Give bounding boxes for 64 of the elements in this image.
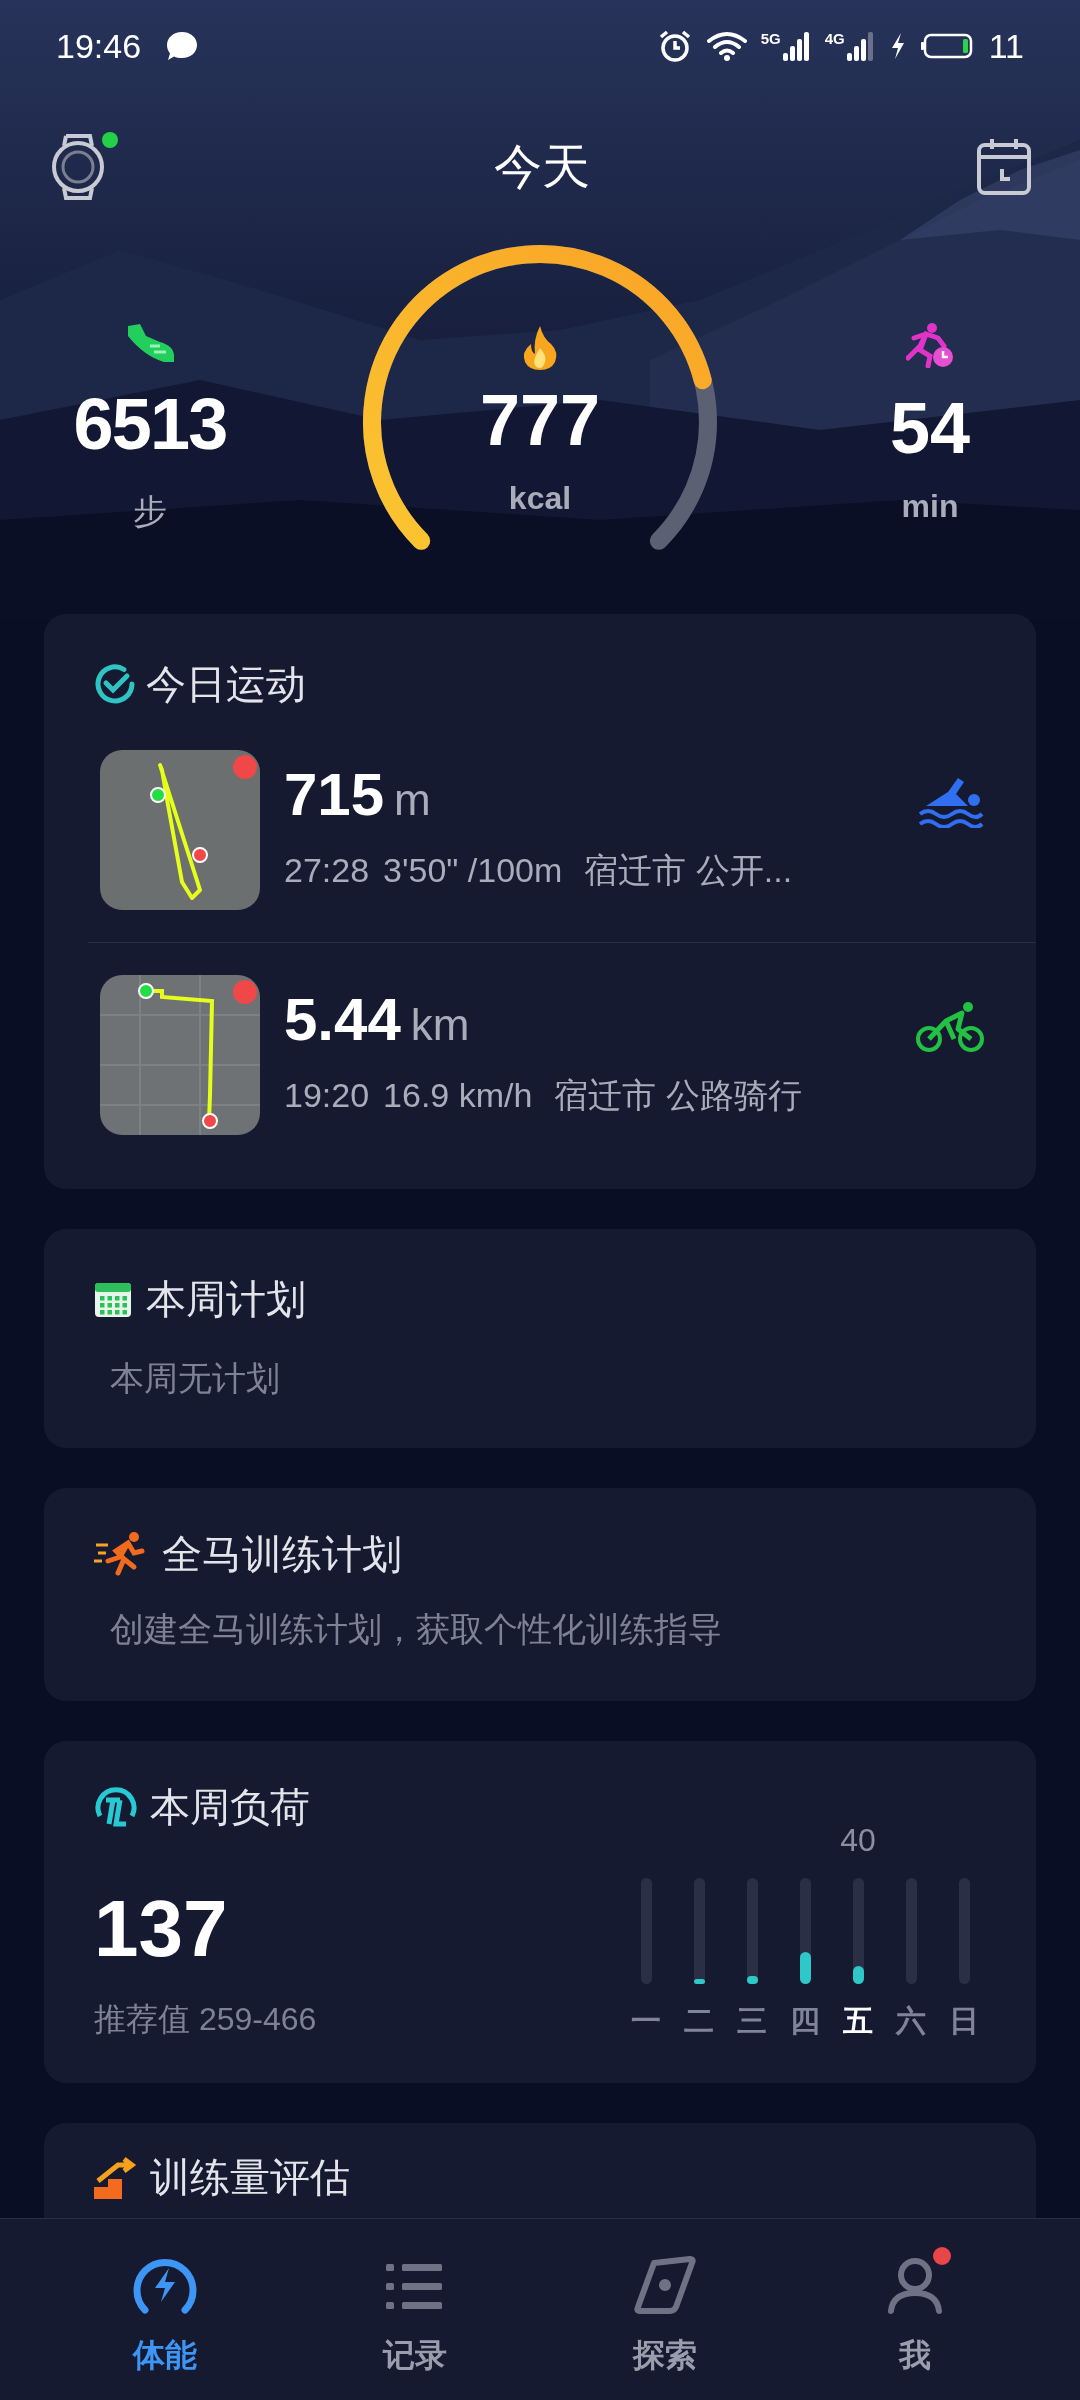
wifi-icon	[706, 31, 747, 61]
flame-icon	[521, 324, 559, 372]
activity-metric: 19:20	[284, 1074, 370, 1116]
day-label[interactable]: 五	[843, 1998, 873, 2043]
day-label[interactable]: 六	[896, 1998, 926, 2043]
calories-value: 777	[479, 384, 601, 456]
training-assessment-card[interactable]: 训练量评估	[44, 2123, 1036, 2218]
signal-icon	[782, 31, 811, 61]
activity-location: 宿迁市 公开...	[584, 849, 793, 891]
card-title: 训练量评估	[150, 2154, 350, 2201]
card-subtitle: 创建全马训练计划，获取个性化训练指导	[110, 1609, 723, 1650]
activity-row[interactable]: 5.44 km 19:20 16.9 km/h 宿迁市 公路骑行	[88, 975, 1036, 1135]
card-title: 本周计划	[146, 1276, 306, 1323]
check-circle-icon	[94, 663, 136, 705]
active-minutes-unit: min	[901, 487, 959, 526]
activity-distance: 715	[284, 764, 385, 825]
runner-icon	[94, 1531, 148, 1577]
nav-tab[interactable]: 我	[835, 2241, 995, 2379]
steps-unit: 步	[133, 491, 167, 532]
battery-level: 11	[988, 25, 1024, 67]
swimmer-icon	[918, 776, 984, 828]
load-gauge-icon	[94, 1786, 138, 1828]
calendar-icon[interactable]	[976, 137, 1032, 197]
day-label[interactable]: 一	[631, 1998, 661, 2043]
activity-row[interactable]: 715 m 27:28 3'50" /100m 宿迁市 公开...	[88, 750, 1036, 910]
page-title: 今天	[494, 139, 590, 195]
network-type: 4G	[824, 31, 845, 46]
activity-location: 宿迁市 公路骑行	[554, 1074, 802, 1116]
activity-distance: 5.44	[284, 989, 401, 1050]
load-value: 137	[94, 1889, 229, 1969]
distance-unit: km	[410, 1002, 470, 1047]
chat-bubble-icon	[165, 30, 200, 62]
runner-clock-icon	[906, 322, 954, 368]
activity-metric: 27:28	[284, 849, 370, 891]
card-title: 全马训练计划	[162, 1531, 402, 1578]
signal-icon	[846, 31, 875, 61]
recommended-range: 推荐值 259-466	[94, 2000, 317, 2039]
network-type: 5G	[760, 31, 781, 46]
card-title: 本周负荷	[150, 1784, 310, 1831]
active-minutes-value: 54	[889, 392, 971, 464]
nav-tab[interactable]: 记录	[335, 2241, 495, 2379]
week-plan-card[interactable]: 本周计划 本周无计划	[44, 1229, 1036, 1448]
compass-icon	[634, 2255, 696, 2315]
activity-metric: 3'50" /100m	[383, 849, 563, 891]
distance-unit: m	[394, 777, 431, 822]
day-label[interactable]: 四	[790, 1998, 820, 2043]
rising-bars-icon	[94, 2155, 138, 2199]
nav-tab[interactable]: 体能	[85, 2241, 245, 2379]
nav-tab[interactable]: 探索	[585, 2241, 745, 2379]
card-title: 今日运动	[146, 661, 306, 708]
status-time: 19:46	[56, 25, 142, 67]
calories-unit: kcal	[508, 479, 572, 518]
battery-icon	[920, 32, 975, 60]
day-label[interactable]: 二	[684, 1998, 714, 2043]
card-subtitle: 本周无计划	[110, 1358, 281, 1399]
marathon-plan-card[interactable]: 全马训练计划 创建全马训练计划，获取个性化训练指导	[44, 1488, 1036, 1701]
activity-metric: 16.9 km/h	[383, 1074, 533, 1116]
cyclist-icon	[916, 1001, 984, 1053]
day-label[interactable]: 三	[737, 1998, 767, 2043]
weekly-load-card[interactable]: 本周负荷 137 推荐值 259-466 一 二 三 四 40 五 六 日	[44, 1741, 1036, 2083]
steps-value: 6513	[73, 388, 227, 460]
day-load-value: 40	[840, 1821, 876, 1860]
user-icon	[885, 2255, 945, 2315]
day-label[interactable]: 日	[949, 1998, 979, 2043]
